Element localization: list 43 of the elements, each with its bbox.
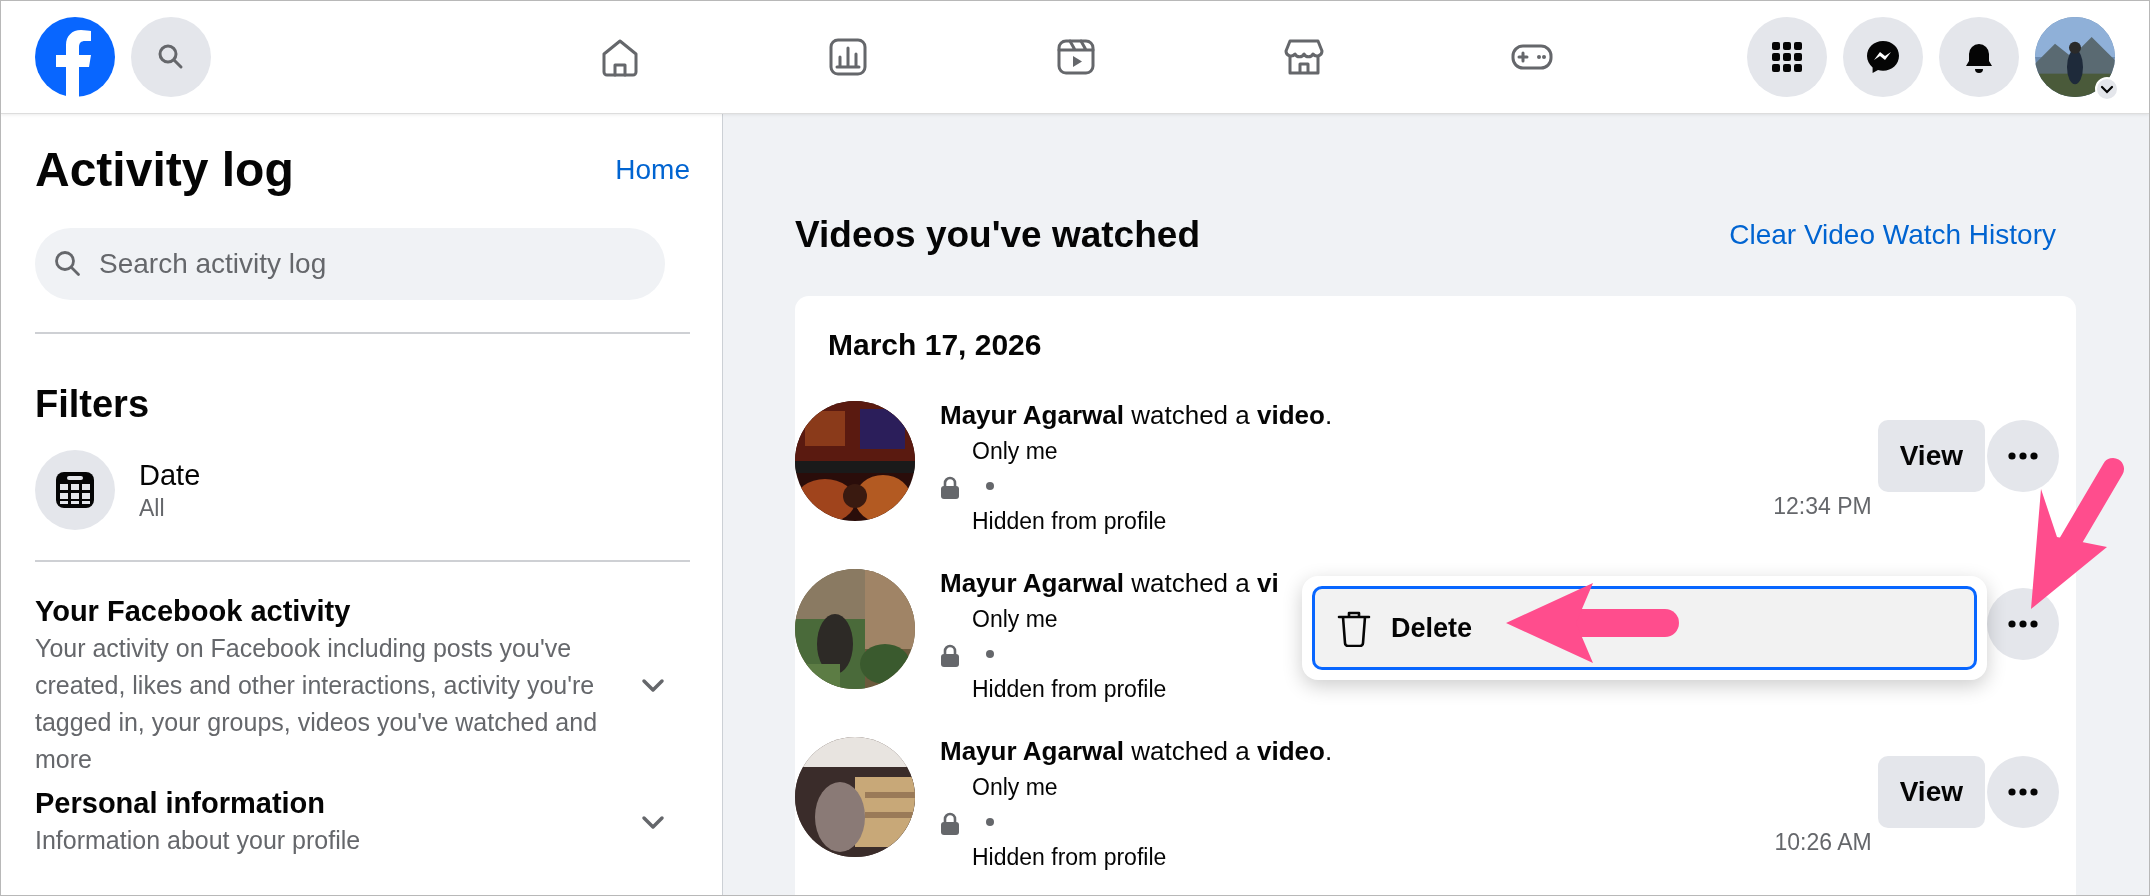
category-title[interactable]: Personal information xyxy=(35,784,640,822)
delete-menu-item[interactable]: Delete xyxy=(1312,586,1977,670)
clear-history-link[interactable]: Clear Video Watch History xyxy=(1729,219,2056,251)
bell-icon xyxy=(1963,41,1995,73)
messenger-icon xyxy=(1865,39,1901,75)
audience-label: Only me xyxy=(972,773,1059,802)
category-title[interactable]: Your Facebook activity xyxy=(35,592,640,630)
more-icon xyxy=(2008,452,2038,460)
home-link[interactable]: Home xyxy=(615,154,690,186)
lock-icon xyxy=(940,475,960,500)
category-description: Information about your profile xyxy=(35,825,362,856)
filter-label: Date xyxy=(139,458,201,493)
activity-text: Mayur Agarwal watched a video. xyxy=(940,735,1334,768)
audience-label: Only me xyxy=(972,437,1059,466)
separator-dot xyxy=(986,482,994,490)
filter-value: All xyxy=(139,494,166,523)
date-heading: March 17, 2026 xyxy=(828,327,1043,363)
facebook-logo[interactable] xyxy=(35,17,115,97)
visibility-label: Hidden from profile xyxy=(972,675,1167,704)
search-icon xyxy=(53,249,83,279)
view-button[interactable]: View xyxy=(1877,420,1985,492)
section-title: Videos you've watched xyxy=(795,213,1200,257)
section-heading: Filters xyxy=(35,382,151,427)
page-title: Activity log xyxy=(35,142,294,198)
activity-text: Mayur Agarwal watched a vi xyxy=(940,567,1280,600)
audience-label: Only me xyxy=(972,605,1059,634)
more-icon xyxy=(2008,788,2038,796)
lock-icon xyxy=(940,643,960,668)
activity-text: Mayur Agarwal watched a video. xyxy=(940,399,1334,432)
separator-dot xyxy=(986,818,994,826)
chevron-down-icon[interactable] xyxy=(2095,77,2119,101)
separator-dot xyxy=(986,650,994,658)
visibility-label: Hidden from profile xyxy=(972,507,1167,536)
more-icon xyxy=(2008,620,2038,628)
trash-icon xyxy=(1337,609,1371,647)
category-description: Your activity on Facebook including posts you've created, likes and other interactions, activity you're tagged in, your groups, videos you've watched and more xyxy=(35,633,599,775)
search-field[interactable]: Search activity log xyxy=(35,228,665,300)
grid-icon xyxy=(1772,42,1802,72)
view-button[interactable]: View xyxy=(1877,756,1985,828)
timestamp: 12:34 PM xyxy=(1773,493,1872,520)
visibility-label: Hidden from profile xyxy=(972,843,1167,872)
timestamp: 10:26 AM xyxy=(1774,829,1872,856)
lock-icon xyxy=(940,811,960,836)
